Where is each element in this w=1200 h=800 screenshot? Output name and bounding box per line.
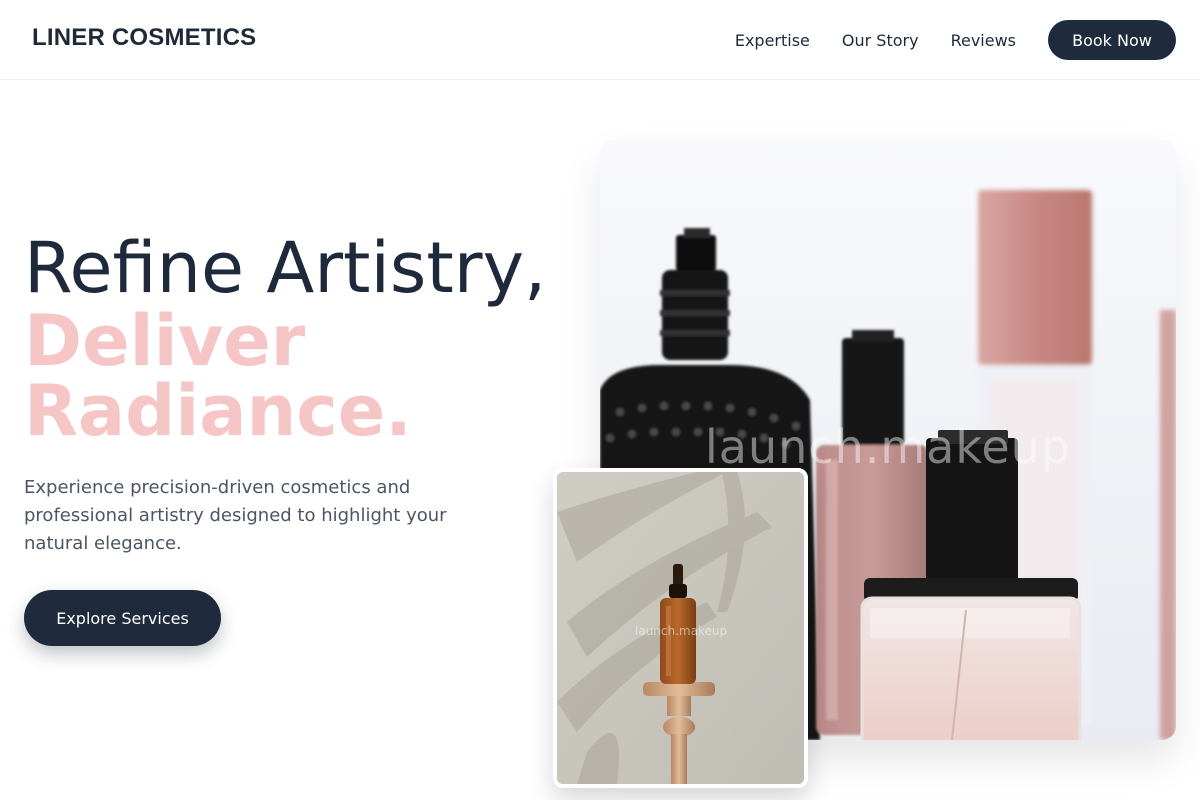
hero-title-line: Refine Artistry, xyxy=(24,227,547,309)
hero-description: Experience precision-driven cosmetics an… xyxy=(24,477,447,554)
hero-accent-line-2: Radiance. xyxy=(24,370,412,452)
book-now-button[interactable]: Book Now xyxy=(1048,20,1176,60)
hero-heading: Refine Artistry, Deliver Radiance. xyxy=(24,230,546,446)
nav-link-expertise[interactable]: Expertise xyxy=(735,31,810,50)
brand-logo[interactable]: LINER COSMETICS xyxy=(32,24,256,52)
image-watermark-small: launch.makeup xyxy=(635,624,728,638)
image-watermark: launch.makeup xyxy=(705,420,1071,474)
serum-product-image: launch.makeup xyxy=(553,468,808,788)
explore-services-button[interactable]: Explore Services xyxy=(24,590,221,646)
hero-accent-line-1: Deliver xyxy=(24,300,306,382)
nav-link-reviews[interactable]: Reviews xyxy=(951,31,1016,50)
nav-link-our-story[interactable]: Our Story xyxy=(842,31,919,50)
main-nav: Expertise Our Story Reviews Book Now xyxy=(735,20,1176,60)
site-header: LINER COSMETICS Expertise Our Story Revi… xyxy=(0,0,1200,80)
landing-page: LINER COSMETICS Expertise Our Story Revi… xyxy=(0,0,1200,800)
